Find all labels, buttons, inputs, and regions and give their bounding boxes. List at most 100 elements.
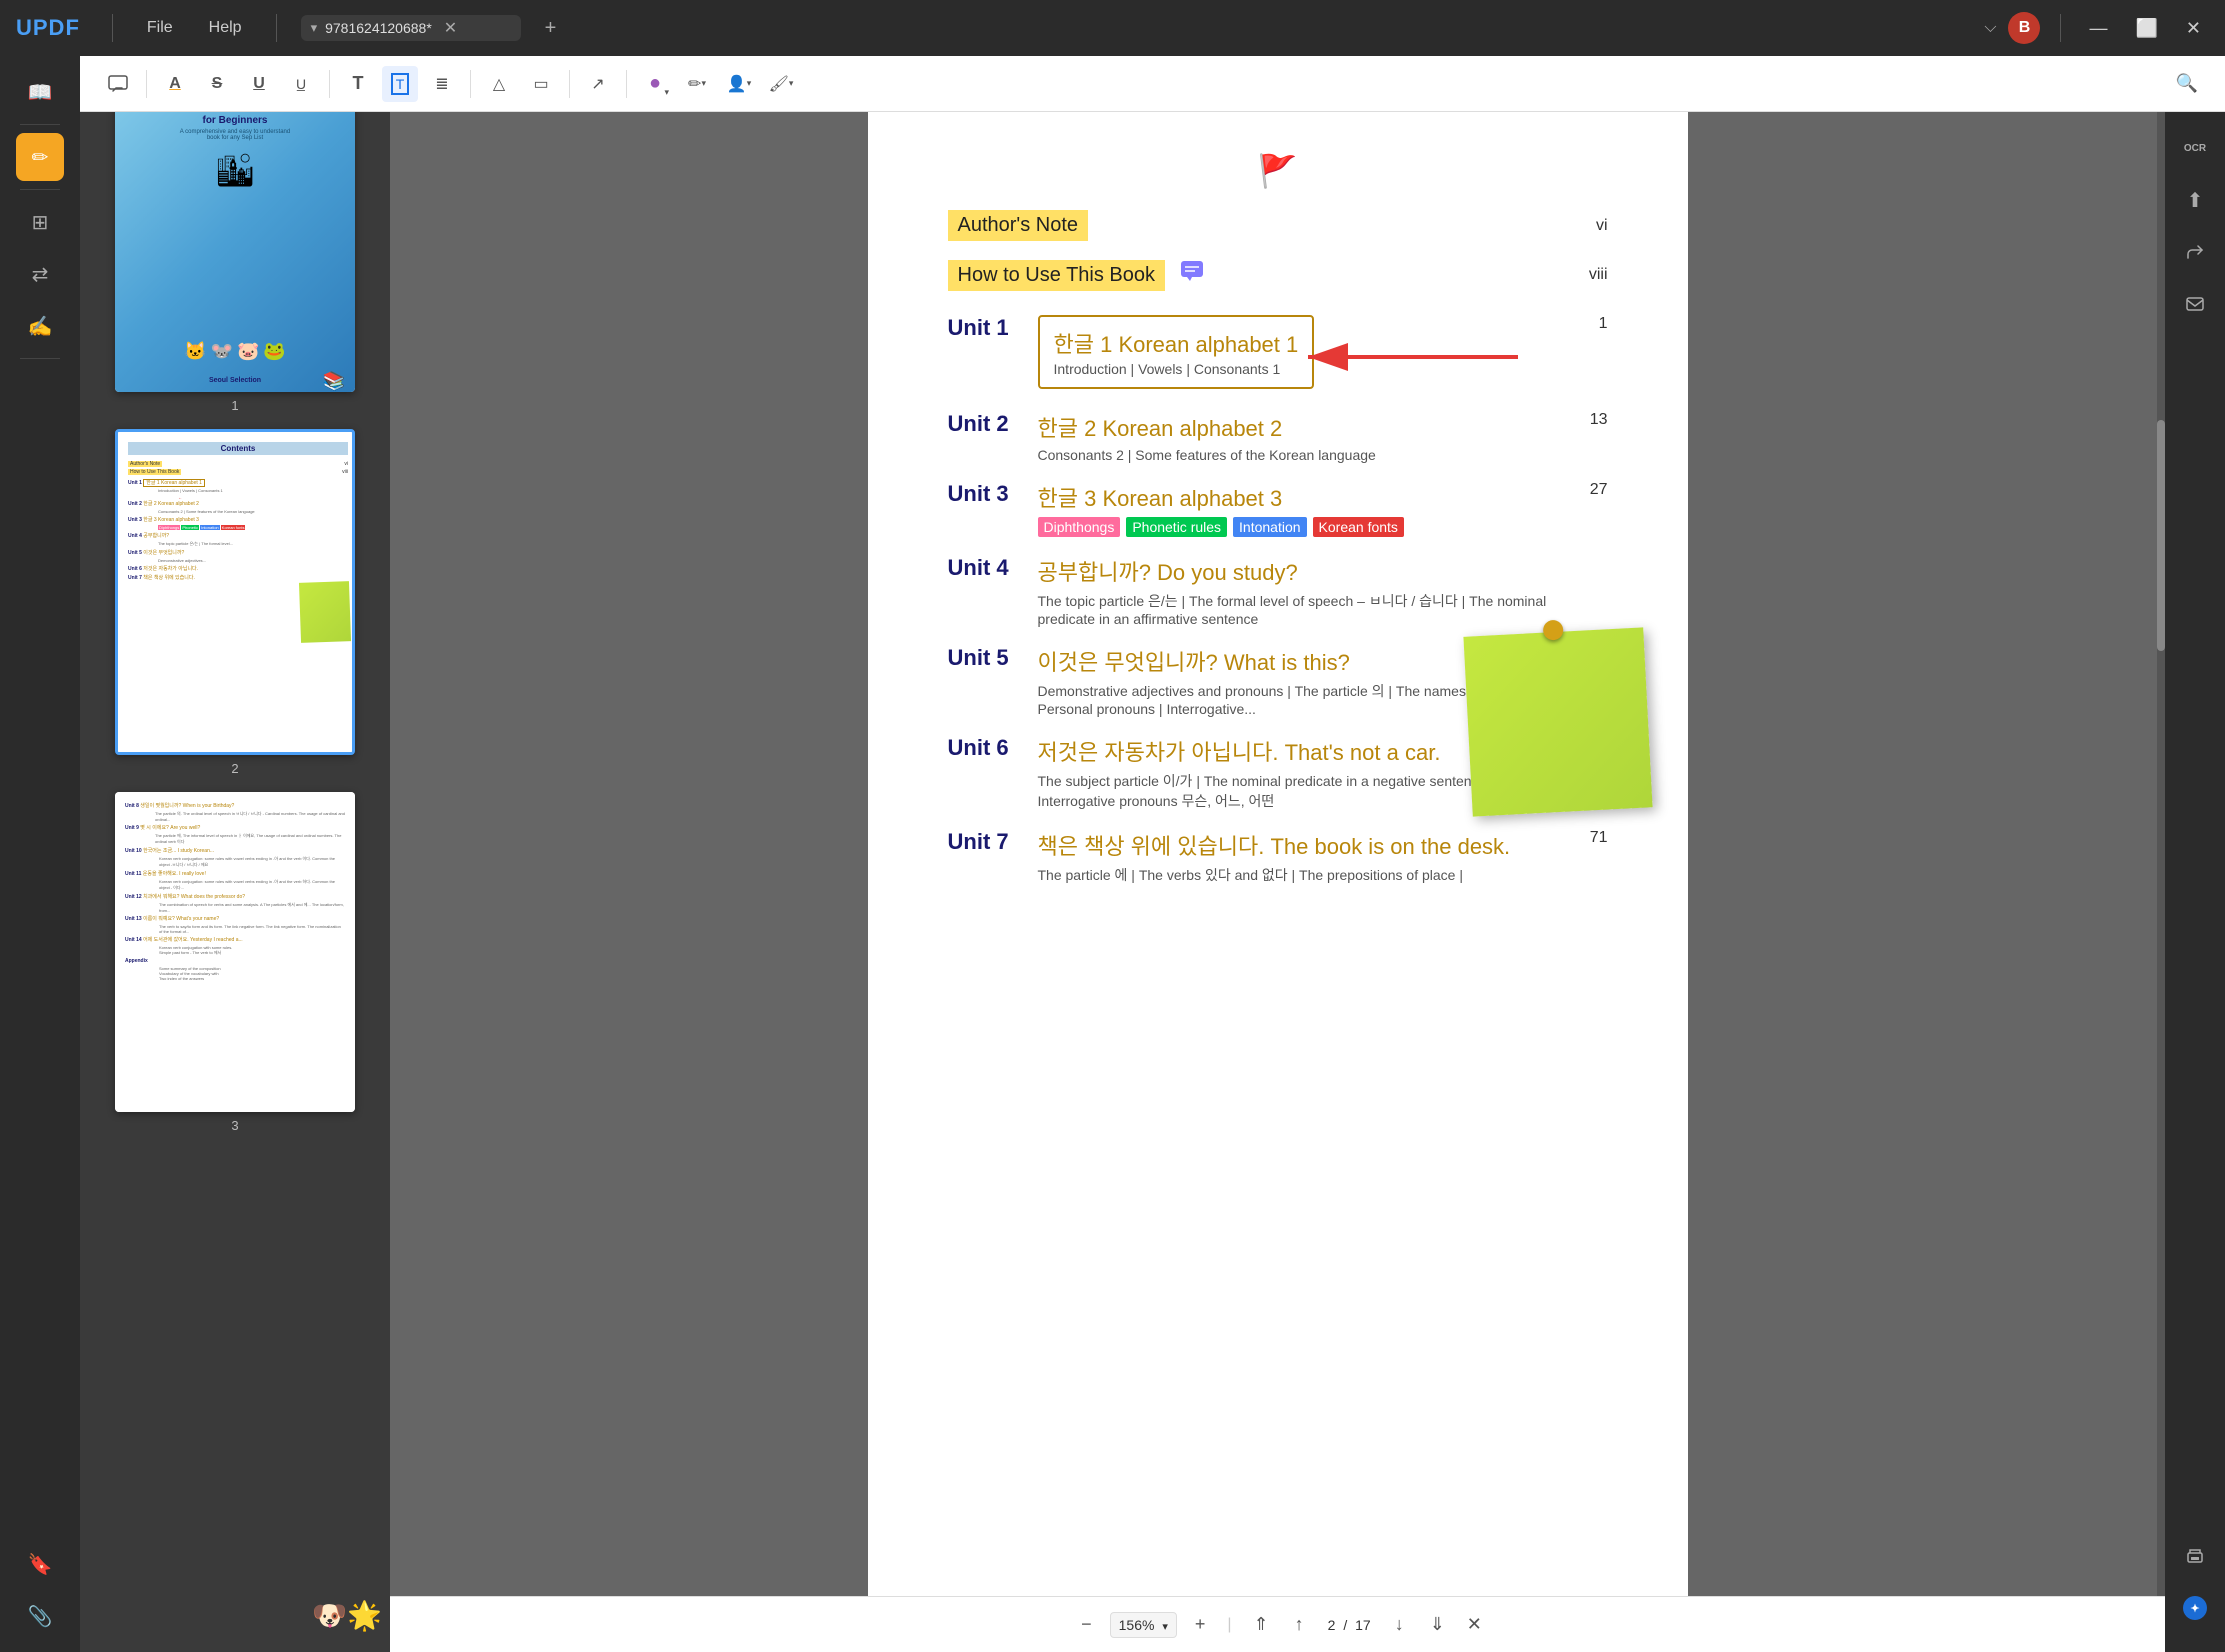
unit1-content: 한글 1 Korean alphabet 1 Introduction | Vo…: [1038, 315, 1558, 393]
maximize-btn[interactable]: ⬜: [2127, 16, 2165, 41]
stamp-tool-btn[interactable]: ▭: [523, 66, 559, 102]
how-to-text: How to Use This Book: [948, 260, 1166, 291]
red-arrow: [1298, 337, 1538, 382]
zoom-in-btn[interactable]: +: [1187, 1610, 1214, 1639]
unit6-label: Unit 6: [948, 735, 1038, 761]
dropdown-btn[interactable]: ⌵: [1984, 19, 1996, 37]
sidebar-item-read[interactable]: 📖: [16, 68, 64, 116]
thumb-img-2[interactable]: Contents Author's Notevi How to Use This…: [115, 429, 355, 755]
comment-tool-btn[interactable]: [100, 66, 136, 102]
page-of-separator: /: [1343, 1617, 1347, 1633]
topbar-divider1: [112, 14, 113, 42]
email-btn[interactable]: [2171, 280, 2219, 328]
tool-sep1: [146, 70, 147, 98]
share-btn[interactable]: [2171, 228, 2219, 276]
thumbnail-3[interactable]: Unit 8 생일이 몇월입니까? When is your Birthday?…: [96, 792, 374, 1133]
thumb-label-1: 1: [231, 398, 238, 413]
unit3-label: Unit 3: [948, 481, 1038, 507]
chat-balloon-icon: [1179, 259, 1205, 291]
svg-text:✦: ✦: [2190, 1603, 2199, 1615]
unit4-content: 공부합니까? Do you study? The topic particle …: [1038, 555, 1558, 627]
thumb-img-1[interactable]: Andrea De Benedittis KOREAN LANGUAGEfor …: [115, 72, 355, 392]
help-menu[interactable]: Help: [199, 15, 252, 41]
unit7-title: 책은 책상 위에 있습니다. The book is on the desk.: [1038, 829, 1558, 861]
zoom-level-value: 156%: [1119, 1617, 1155, 1633]
app-logo: UPDF: [16, 15, 80, 41]
how-to-page: viii: [1589, 266, 1608, 284]
topbar-divider3: [2060, 14, 2061, 42]
textbox-tool-btn[interactable]: T: [382, 66, 418, 102]
tool-sep2: [329, 70, 330, 98]
underline-tool-btn[interactable]: U: [241, 66, 277, 102]
marker-tool-btn[interactable]: ✏ ▾: [679, 66, 715, 102]
unit4-title: 공부합니까? Do you study?: [1038, 555, 1558, 587]
unit1-subtitle: Introduction | Vowels | Consonants 1: [1054, 361, 1299, 377]
highlight-tool-btn[interactable]: A: [157, 66, 193, 102]
shape-tool-btn[interactable]: △: [481, 66, 517, 102]
sidebar-divider3: [20, 358, 60, 359]
close-bottom-btn[interactable]: ✕: [1467, 1614, 1482, 1635]
zoom-out-btn[interactable]: −: [1073, 1610, 1100, 1639]
tab-dropdown[interactable]: ▾: [311, 20, 318, 36]
textblock-tool-btn[interactable]: ≣: [424, 66, 460, 102]
thumbnail-2[interactable]: Contents Author's Notevi How to Use This…: [96, 429, 374, 776]
color-circle-btn[interactable]: ● ▾: [637, 66, 673, 102]
scroll-thumb[interactable]: [2157, 420, 2165, 651]
unit1-box: 한글 1 Korean alphabet 1 Introduction | Vo…: [1038, 315, 1315, 389]
sidebar-item-sign[interactable]: ✍: [16, 302, 64, 350]
unit4-subtitle: The topic particle 은/는 | The formal leve…: [1038, 591, 1558, 627]
sidebar-item-edit[interactable]: ✏: [16, 133, 64, 181]
squiggle-tool-btn[interactable]: U̲: [283, 66, 319, 102]
go-last-btn[interactable]: ⇓: [1422, 1610, 1453, 1639]
thumb-label-2: 2: [231, 761, 238, 776]
window-close-btn[interactable]: ✕: [2178, 16, 2209, 41]
arrow-tool-btn[interactable]: ↗: [580, 66, 616, 102]
sidebar-item-convert[interactable]: ⇄: [16, 250, 64, 298]
brush-tool-btn[interactable]: 🖌 ▾: [763, 66, 799, 102]
scroll-bar[interactable]: [2157, 112, 2165, 1652]
print-btn[interactable]: [2171, 1532, 2219, 1580]
unit4-entry: Unit 4 공부합니까? Do you study? The topic pa…: [948, 555, 1608, 627]
unit2-label: Unit 2: [948, 411, 1038, 437]
tab-close-btn[interactable]: ✕: [444, 18, 457, 38]
export-btn[interactable]: ⬆: [2171, 176, 2219, 224]
unit2-entry: Unit 2 한글 2 Korean alphabet 2 Consonants…: [948, 411, 1608, 463]
toolbar: A S U U̲ T T ≣ △ ▭ ↗ ● ▾ ✏ ▾ 👤 ▾ 🖌 ▾: [80, 56, 2225, 112]
unit2-content: 한글 2 Korean alphabet 2 Consonants 2 | So…: [1038, 411, 1558, 463]
file-menu[interactable]: File: [137, 15, 183, 41]
go-next-btn[interactable]: ↓: [1387, 1610, 1412, 1639]
sidebar-item-pages[interactable]: ⊞: [16, 198, 64, 246]
flag-decoration: 🚩: [948, 152, 1608, 190]
sidebar-divider1: [20, 124, 60, 125]
minimize-btn[interactable]: —: [2081, 16, 2115, 41]
how-to-row: How to Use This Book viii: [948, 259, 1608, 291]
ocr-btn[interactable]: OCR: [2171, 124, 2219, 172]
search-tool-btn[interactable]: 🔍: [2169, 66, 2205, 102]
zoom-level-select[interactable]: 156% ▾: [1110, 1612, 1177, 1638]
current-page-num: 2: [1328, 1617, 1336, 1633]
authors-note-row: Author's Note vi: [948, 210, 1608, 241]
sidebar-divider2: [20, 189, 60, 190]
unit3-page: 27: [1578, 481, 1608, 499]
sticky-pin: [1542, 620, 1563, 641]
ai-btn[interactable]: ✦: [2171, 1584, 2219, 1632]
unit7-subtitle: The particle 에 | The verbs 있다 and 없다 | T…: [1038, 865, 1558, 885]
unit7-label: Unit 7: [948, 829, 1038, 855]
user-avatar[interactable]: B: [2008, 12, 2040, 44]
strikethrough-tool-btn[interactable]: S: [199, 66, 235, 102]
current-page-display: 2 / 17: [1322, 1617, 1377, 1633]
go-first-btn[interactable]: ⇑: [1246, 1610, 1277, 1639]
add-tab-btn[interactable]: +: [545, 17, 557, 40]
person-tool-btn[interactable]: 👤 ▾: [721, 66, 757, 102]
topbar: UPDF File Help ▾ 9781624120688* ✕ + ⌵ B …: [0, 0, 2225, 56]
thumb-label-3: 3: [231, 1118, 238, 1133]
go-prev-btn[interactable]: ↑: [1287, 1610, 1312, 1639]
thumb-img-3[interactable]: Unit 8 생일이 몇월입니까? When is your Birthday?…: [115, 792, 355, 1112]
zoom-dropdown-icon: ▾: [1162, 1621, 1168, 1633]
sidebar-item-bookmark[interactable]: 🔖: [16, 1540, 64, 1588]
tab-area: ▾ 9781624120688* ✕: [301, 15, 521, 41]
unit2-title: 한글 2 Korean alphabet 2: [1038, 411, 1558, 443]
sidebar-item-attach[interactable]: 📎: [16, 1592, 64, 1640]
text-tool-btn[interactable]: T: [340, 66, 376, 102]
thumbnail-1[interactable]: Andrea De Benedittis KOREAN LANGUAGEfor …: [96, 72, 374, 413]
